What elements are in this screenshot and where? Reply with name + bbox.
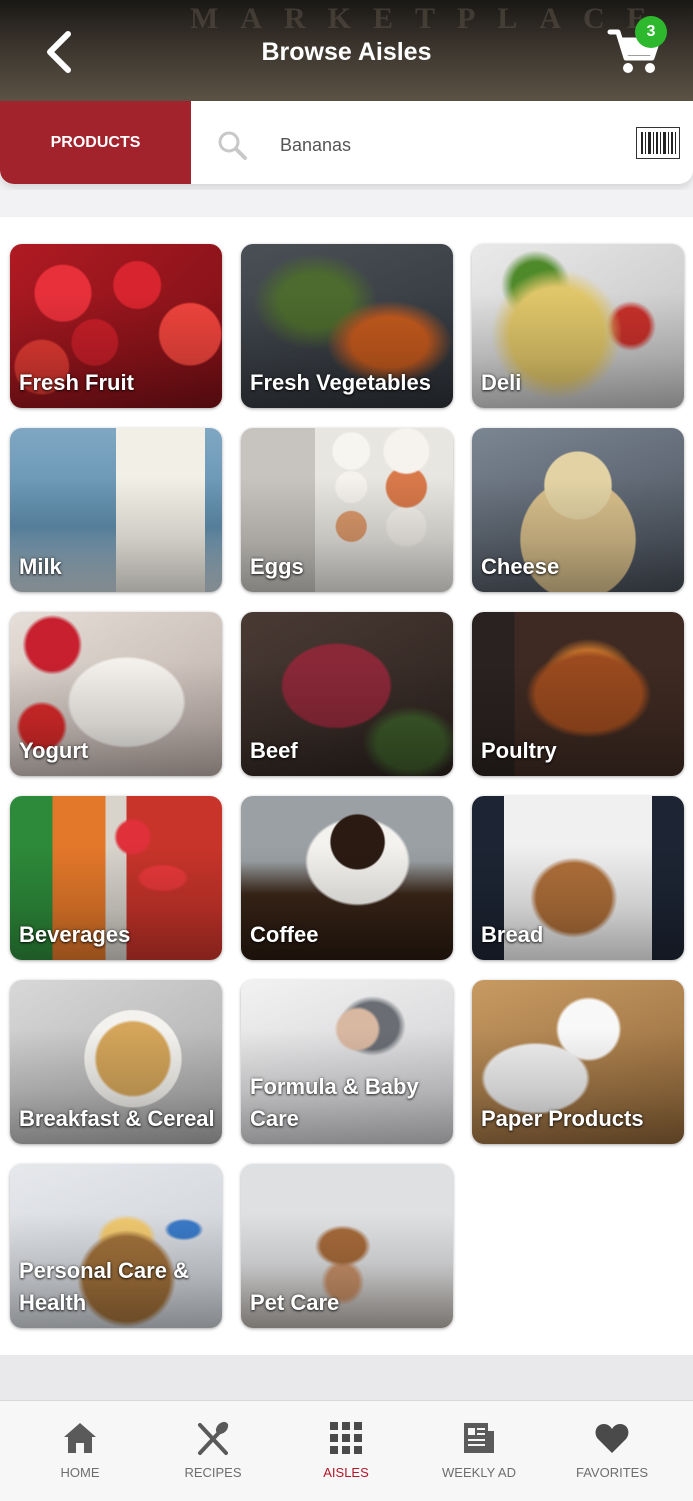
aisle-tile-coffee[interactable]: Coffee xyxy=(241,796,453,960)
aisle-grid: Fresh Fruit Fresh Vegetables Deli Milk E… xyxy=(0,217,693,1355)
nav-label: RECIPES xyxy=(184,1465,242,1480)
products-tab[interactable]: PRODUCTS xyxy=(0,101,191,184)
aisle-tile-milk[interactable]: Milk xyxy=(10,428,222,592)
aisle-label: Pet Care xyxy=(250,1290,340,1315)
nav-label: AISLES xyxy=(323,1465,369,1480)
aisle-label: Beverages xyxy=(19,922,131,947)
aisle-label: Bread xyxy=(481,922,544,947)
aisle-label: Cheese xyxy=(481,554,560,579)
nav-home[interactable]: HOME xyxy=(20,1401,140,1501)
barcode-icon xyxy=(635,126,681,160)
page-title: Browse Aisles xyxy=(261,38,432,66)
search-input[interactable] xyxy=(278,125,612,165)
aisle-label: Deli xyxy=(481,370,522,395)
aisle-tile-personal-care-health[interactable]: Personal Care & Health xyxy=(10,1164,222,1328)
aisle-tile-formula-baby-care[interactable]: Formula & Baby Care xyxy=(241,980,453,1144)
aisle-label: Personal Care & Health xyxy=(19,1258,189,1315)
nav-weekly-ad[interactable]: WEEKLY AD xyxy=(419,1401,539,1501)
aisle-label: Poultry xyxy=(481,738,557,763)
header-background-sign: MARKETPLACE xyxy=(190,2,669,35)
bottom-nav: HOME RECIPES AISLES WEEKLY AD FAVORITES xyxy=(0,1400,693,1501)
aisle-tile-paper-products[interactable]: Paper Products xyxy=(472,980,684,1144)
aisle-tile-fresh-fruit[interactable]: Fresh Fruit xyxy=(10,244,222,408)
aisle-tile-yogurt[interactable]: Yogurt xyxy=(10,612,222,776)
bottom-divider xyxy=(0,1355,693,1400)
aisle-label: Coffee xyxy=(250,922,319,947)
nav-aisles[interactable]: AISLES xyxy=(286,1401,406,1501)
aisle-tile-pet-care[interactable]: Pet Care xyxy=(241,1164,453,1328)
aisle-label: Milk xyxy=(19,554,62,579)
search-icon xyxy=(218,131,247,160)
aisle-tile-beverages[interactable]: Beverages xyxy=(10,796,222,960)
app-header: MARKETPLACE Browse Aisles 3 xyxy=(0,0,693,101)
aisle-label: Beef xyxy=(250,738,298,763)
nav-favorites[interactable]: FAVORITES xyxy=(552,1401,672,1501)
newspaper-icon xyxy=(464,1423,494,1453)
nav-recipes[interactable]: RECIPES xyxy=(153,1401,273,1501)
nav-label: WEEKLY AD xyxy=(442,1465,516,1480)
aisle-label: Breakfast & Cereal xyxy=(19,1106,215,1131)
aisle-tile-eggs[interactable]: Eggs xyxy=(241,428,453,592)
nav-label: HOME xyxy=(60,1465,100,1480)
nav-label: FAVORITES xyxy=(576,1465,648,1480)
heart-icon xyxy=(595,1424,629,1453)
cart-count-badge: 3 xyxy=(635,16,667,48)
aisle-tile-poultry[interactable]: Poultry xyxy=(472,612,684,776)
aisle-tile-beef[interactable]: Beef xyxy=(241,612,453,776)
aisle-label: Paper Products xyxy=(481,1106,644,1131)
aisle-label: Eggs xyxy=(250,554,304,579)
aisle-tile-deli[interactable]: Deli xyxy=(472,244,684,408)
aisle-label: Yogurt xyxy=(19,738,89,763)
search-bar: PRODUCTS xyxy=(0,101,693,184)
aisle-tile-breakfast-cereal[interactable]: Breakfast & Cereal xyxy=(10,980,222,1144)
barcode-scan-button[interactable] xyxy=(635,126,681,160)
aisle-tile-fresh-vegetables[interactable]: Fresh Vegetables xyxy=(241,244,453,408)
aisle-tile-cheese[interactable]: Cheese xyxy=(472,428,684,592)
divider-strip xyxy=(0,190,693,217)
fork-knife-icon xyxy=(198,1421,229,1455)
aisle-label: Formula & Baby Care xyxy=(250,1074,419,1131)
aisle-label: Fresh Fruit xyxy=(19,370,134,395)
home-icon xyxy=(64,1423,96,1453)
grid-icon xyxy=(330,1422,362,1454)
aisle-label: Fresh Vegetables xyxy=(250,370,431,395)
aisle-tile-bread[interactable]: Bread xyxy=(472,796,684,960)
